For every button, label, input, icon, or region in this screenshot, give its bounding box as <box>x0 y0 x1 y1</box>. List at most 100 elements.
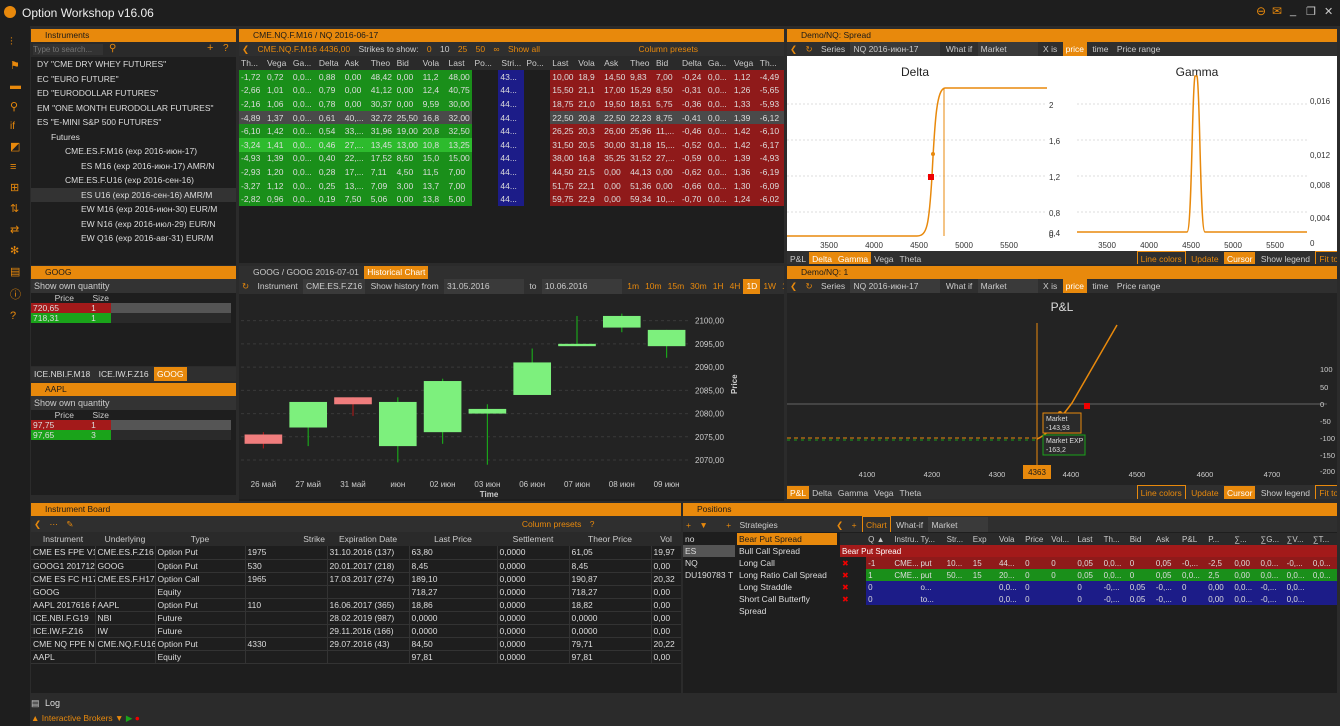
put-cell[interactable]: 0,0... <box>705 165 732 179</box>
show-own-quantity[interactable]: Show own quantity <box>31 396 236 410</box>
strike-row[interactable]: -2,93 1,20 0,0... 0,28 17,... 7,11 4,50 11,5 7,0… <box>239 165 784 179</box>
series-select[interactable]: NQ 2016-июн-17 <box>850 42 941 56</box>
call-cell[interactable]: 1,12 <box>264 178 291 193</box>
help-icon[interactable]: ? <box>223 43 229 54</box>
put-cell[interactable]: 1,26 <box>731 83 758 98</box>
position-cell[interactable]: 0 <box>1049 569 1075 581</box>
play-icon[interactable]: ▶ <box>126 713 133 723</box>
position-cell[interactable]: 0 <box>1180 581 1206 593</box>
put-cell[interactable]: 5,75 <box>654 97 680 111</box>
pos-col-header[interactable] <box>840 533 866 545</box>
position-cell[interactable]: 0 <box>1128 557 1154 569</box>
call-cell[interactable]: 7,00 <box>446 165 473 179</box>
call-cell[interactable]: 1,41 <box>264 137 291 152</box>
account-item[interactable]: DU190783 T <box>683 569 735 581</box>
board-cell[interactable]: CME NQ FPE N1... <box>31 637 96 650</box>
desk-tab[interactable]: CME.NQ.F.M16 / NQ 2016-06-17 <box>239 29 784 42</box>
bid-size[interactable]: 1 <box>76 313 111 323</box>
board-cell[interactable]: 0,00 <box>651 598 681 611</box>
position-cell[interactable]: 0,0... <box>1102 569 1128 581</box>
search-icon[interactable]: ⚲ <box>109 43 116 54</box>
call-cell[interactable]: 16,8 <box>420 110 447 125</box>
call-cell[interactable]: 7,50 <box>342 192 369 206</box>
put-col-header[interactable]: Th... <box>758 56 784 70</box>
ask-size[interactable]: 1 <box>76 303 111 313</box>
tab-ice-iw[interactable]: ICE.IW.F.Z16 <box>96 367 152 381</box>
fit-to-view-button[interactable]: Fit to view <box>1315 251 1337 264</box>
put-cell[interactable]: 0,0... <box>705 97 732 111</box>
put-cell[interactable]: -6,02 <box>757 192 784 206</box>
put-cell[interactable]: 21,1 <box>576 83 603 98</box>
tree-item[interactable]: EM "ONE MONTH EURODOLLAR FUTURES" <box>31 101 236 116</box>
put-cell[interactable]: 0,0... <box>705 70 732 84</box>
position-cell[interactable]: 15 <box>971 557 997 569</box>
call-col-header[interactable]: Th... <box>239 56 265 70</box>
position-cell[interactable]: 0 <box>1180 593 1206 605</box>
board-cell[interactable]: 29.07.2016 (43) <box>327 637 410 650</box>
call-col-header[interactable]: Vega <box>265 56 291 70</box>
position-cell[interactable]: 0,0... <box>1311 569 1337 581</box>
position-cell[interactable]: 0,0... <box>1259 557 1285 569</box>
candle-body[interactable] <box>513 362 552 395</box>
call-cell[interactable]: 7,09 <box>368 178 395 193</box>
put-cell[interactable]: -0,59 <box>679 151 706 166</box>
column-presets-button[interactable]: Column presets <box>519 516 585 532</box>
help-icon[interactable]: ? <box>10 310 30 322</box>
board-col-header[interactable]: Type <box>155 532 245 546</box>
help-icon[interactable]: ? <box>587 516 598 532</box>
position-cell[interactable] <box>1311 581 1337 593</box>
board-cell[interactable]: ICE.NBI.F.G19 <box>31 611 96 624</box>
fit-to-view-button[interactable]: Fit to view <box>1315 485 1337 499</box>
board-cell[interactable]: AAPL 2017616 P... <box>31 598 96 611</box>
put-cell[interactable]: 18,9 <box>576 70 603 84</box>
tab-pl[interactable]: P&L <box>787 486 810 499</box>
board-cell[interactable]: 18,82 <box>569 598 652 611</box>
show-all-checkbox[interactable]: Show all <box>505 42 543 56</box>
call-cell[interactable] <box>472 83 499 98</box>
call-cell[interactable]: 33,... <box>342 124 369 138</box>
tab-theta[interactable]: Theta <box>897 486 925 499</box>
put-cell[interactable]: 20,8 <box>576 110 603 125</box>
call-cell[interactable]: 11,5 <box>420 165 447 179</box>
put-cell[interactable]: 1,39 <box>731 151 758 166</box>
board-cell[interactable]: Option Put <box>155 559 246 572</box>
board-cell[interactable] <box>245 624 328 637</box>
put-col-header[interactable]: Theo <box>628 56 654 70</box>
ask-size[interactable]: 1 <box>76 420 111 430</box>
board-cell[interactable] <box>327 585 410 598</box>
call-cell[interactable]: 31,96 <box>368 124 395 138</box>
call-col-header[interactable]: Last <box>447 56 473 70</box>
call-cell[interactable]: 0,0... <box>290 165 317 179</box>
candle-body[interactable] <box>647 329 686 347</box>
board-col-header[interactable]: Settlement <box>497 532 569 546</box>
candle-body[interactable] <box>468 408 507 414</box>
board-cell[interactable]: 718,27 <box>569 585 652 598</box>
position-cell[interactable]: 0 <box>1023 581 1049 593</box>
refresh-icon[interactable]: ↻ <box>803 279 816 293</box>
put-cell[interactable]: 0,0... <box>705 178 732 193</box>
delete-icon[interactable]: ✖ <box>840 581 867 593</box>
strikes-0[interactable]: 0 <box>424 42 435 56</box>
put-cell[interactable]: 0,0... <box>705 151 732 166</box>
chain-icon[interactable]: ⫶ <box>10 36 30 49</box>
position-cell[interactable]: 0,05 <box>1128 581 1154 593</box>
position-cell[interactable]: 1 <box>866 569 892 581</box>
tab-theta[interactable]: Theta <box>897 252 925 264</box>
put-cell[interactable]: -6,12 <box>757 110 784 125</box>
call-cell[interactable]: 48,00 <box>446 70 473 84</box>
show-legend-button[interactable]: Show legend <box>1258 252 1313 264</box>
position-cell[interactable]: 0 <box>1023 557 1049 569</box>
board-cell[interactable]: 16.06.2017 (365) <box>327 598 410 611</box>
call-col-header[interactable]: Bid <box>395 56 421 70</box>
put-col-header[interactable]: Vega <box>732 56 758 70</box>
account-item[interactable]: ES <box>683 545 735 557</box>
tree-item[interactable]: EW M16 (exp 2016-июн-30) EUR/M <box>31 202 236 217</box>
board-cell[interactable]: AAPL <box>31 650 96 663</box>
call-cell[interactable] <box>472 124 499 138</box>
strike-cell[interactable]: 44... <box>498 83 525 98</box>
board-cell[interactable]: 19,97 <box>651 546 681 559</box>
strategy-item[interactable]: Bear Put Spread <box>737 533 837 545</box>
put-cell[interactable]: 1,33 <box>731 97 758 111</box>
tab-gamma[interactable]: Gamma <box>835 486 871 499</box>
position-cell[interactable]: put <box>918 569 944 581</box>
